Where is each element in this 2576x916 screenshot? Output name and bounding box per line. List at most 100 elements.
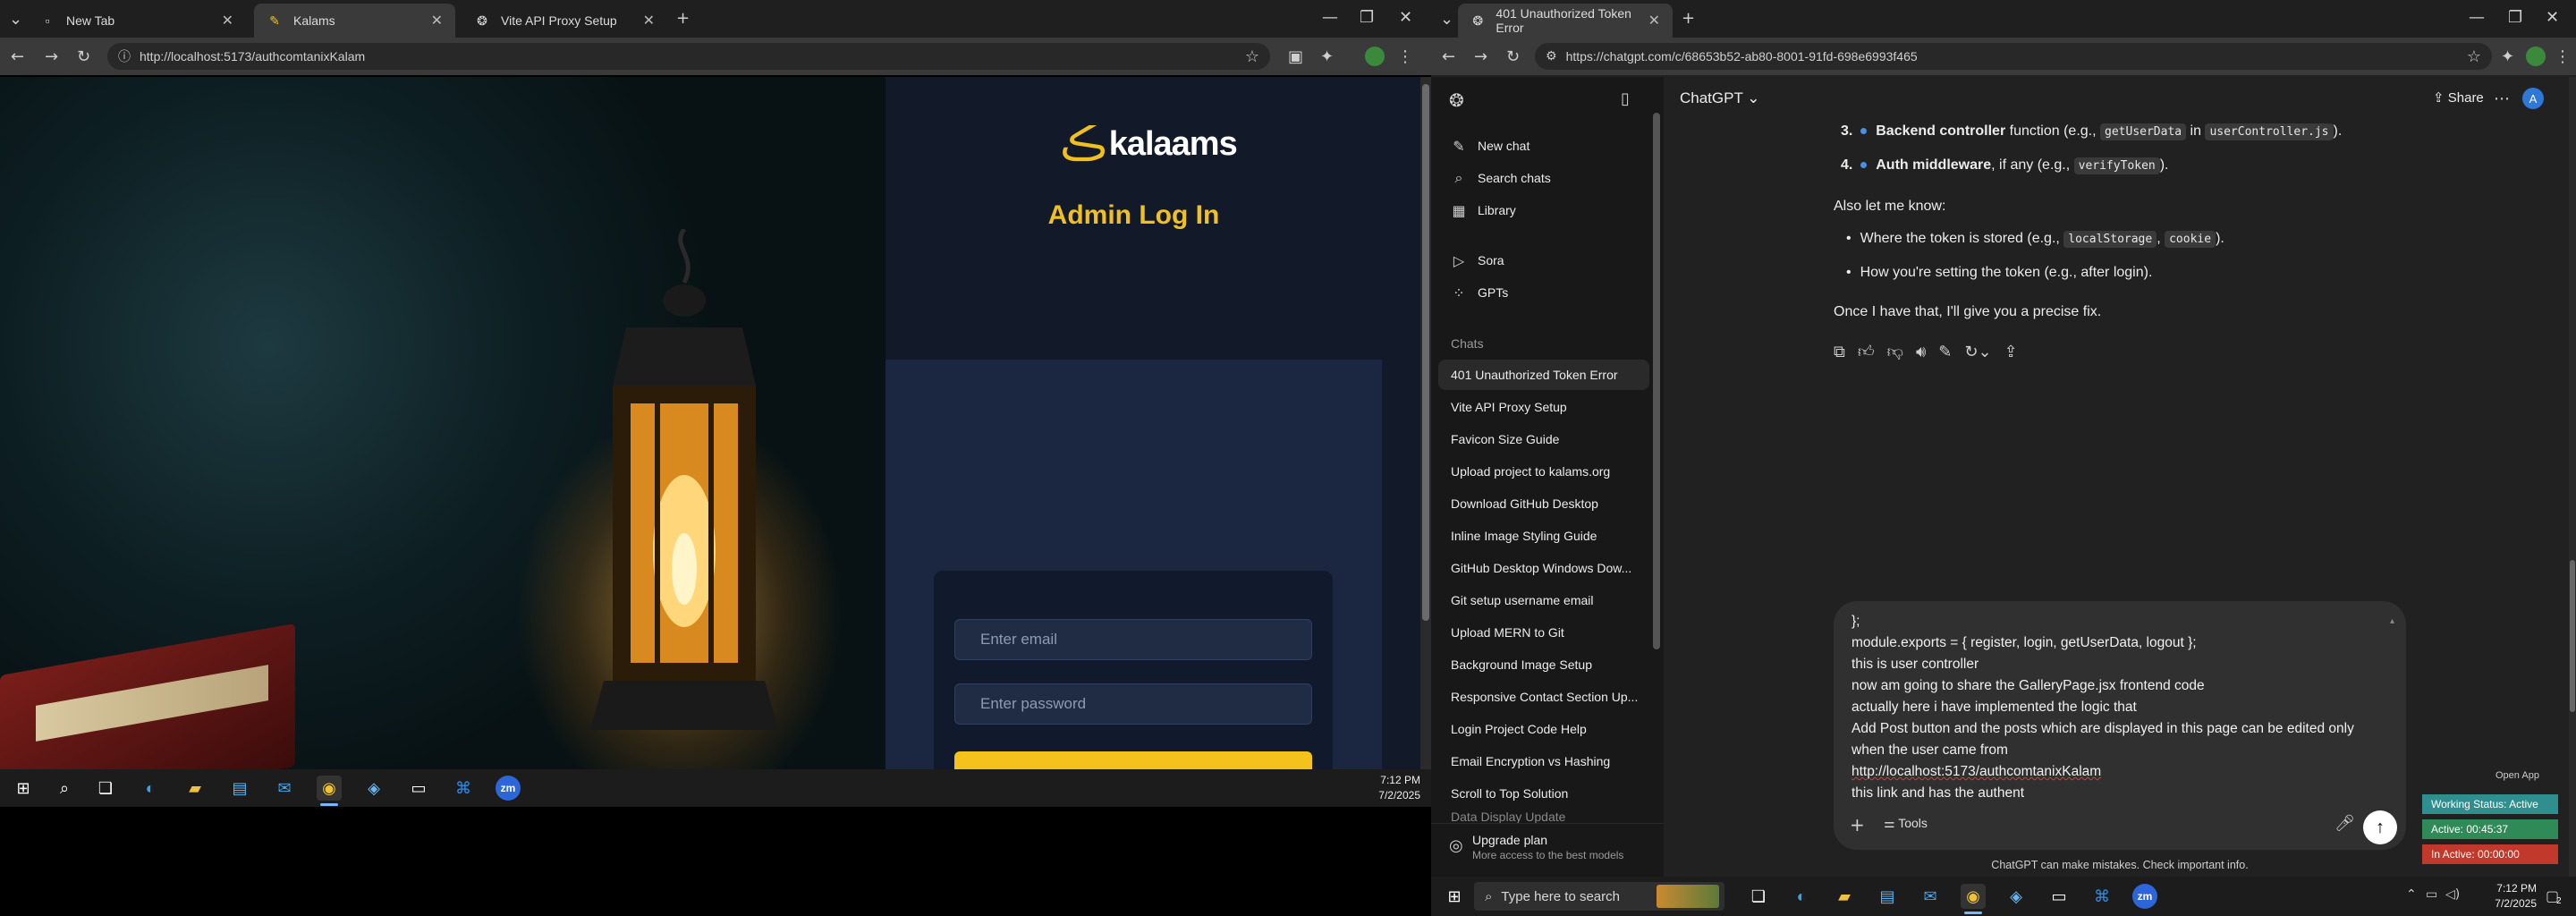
star-icon[interactable]: ☆ [1245,47,1259,66]
regenerate-icon[interactable]: ↻⌄ [1964,342,1991,361]
tab-vite-proxy[interactable]: ❂ Vite API Proxy Setup ✕ [462,4,667,38]
reload-icon[interactable]: ↻ [1506,47,1520,66]
tab-menu-icon[interactable]: ⌄ [9,10,22,29]
store-icon[interactable]: ▤ [1875,884,1900,909]
chrome-icon[interactable]: ◉ [317,776,342,806]
chat-item[interactable]: Git setup username email [1438,585,1649,615]
share-button[interactable]: ⇪ Share [2433,89,2484,106]
attach-plus-icon[interactable]: + [1850,814,1865,835]
minimize-icon[interactable]: — [2469,8,2485,27]
open-app-link[interactable]: Open App [2496,770,2539,781]
chat-item[interactable]: GitHub Desktop Windows Dow... [1438,553,1649,583]
login-button[interactable] [954,751,1312,769]
tab-new-tab[interactable]: ▫ New Tab ✕ [27,4,246,38]
windows-start-icon[interactable]: ⊞ [11,776,36,801]
task-view-icon[interactable]: ❏ [1746,884,1771,909]
close-icon[interactable]: ✕ [222,12,233,30]
chat-item[interactable]: Email Encryption vs Hashing [1438,746,1649,776]
file-explorer-icon[interactable]: ▰ [1832,884,1857,909]
sidebar-item-new-chat[interactable]: ✎ New chat [1438,131,1649,161]
chat-item[interactable]: Upload project to kalams.org [1438,456,1649,487]
copy-icon[interactable]: ⧉ [1834,342,1845,361]
edge-icon[interactable]: ◐ [138,776,163,801]
new-tab-icon[interactable]: + [676,9,690,28]
mail-icon[interactable]: ✉ [1918,884,1943,909]
file-explorer-icon[interactable]: ▰ [182,776,208,801]
forward-icon[interactable]: → [45,47,58,66]
terminal-icon[interactable]: ▭ [406,776,431,801]
chat-item[interactable]: Vite API Proxy Setup [1438,392,1649,422]
vscode-alt-icon[interactable]: ◈ [361,776,386,801]
taskbar-search-input[interactable]: ⌕ Type here to search [1474,882,1724,911]
microphone-icon[interactable]: 🎤︎ [2334,814,2355,833]
sidebar-toggle-icon[interactable]: ▯ [1621,89,1630,108]
extension-icon[interactable]: ▣ [1288,47,1303,66]
chat-item[interactable]: Background Image Setup [1438,649,1649,680]
close-window-icon[interactable]: ✕ [2546,8,2559,27]
more-icon[interactable]: ⋮ [1397,47,1413,66]
more-icon[interactable]: ⋮ [2555,47,2571,66]
edge-icon[interactable]: ◐ [1789,884,1814,909]
puzzle-icon[interactable]: ✦ [2501,47,2514,66]
message-composer[interactable]: ▴ }; module.exports = { register, login,… [1834,601,2406,850]
user-avatar[interactable]: A [2522,88,2544,109]
url-field[interactable]: ⓘ http://localhost:5173/authcomtanixKala… [107,43,1270,70]
tray-chevron-icon[interactable]: ⌃ [2406,887,2417,902]
tab-kalams[interactable]: ✎ Kalams ✕ [254,4,455,38]
url-field[interactable]: ⚙ https://chatgpt.com/c/68653b52-ab80-80… [1535,43,2492,70]
composer-scrollbar[interactable]: ▴ [2390,612,2395,791]
chat-item[interactable]: 401 Unauthorized Token Error [1438,360,1649,390]
network-icon[interactable]: ▭ [2426,887,2437,902]
task-view-icon[interactable]: ❏ [93,776,118,801]
model-selector[interactable]: ChatGPT ⌄ [1680,89,1760,107]
maximize-icon[interactable]: ❐ [2508,8,2522,27]
mail-icon[interactable]: ✉ [272,776,297,801]
new-tab-icon[interactable]: + [1682,9,1695,28]
reload-icon[interactable]: ↻ [77,47,90,66]
minimize-icon[interactable]: — [1322,8,1338,27]
main-scrollbar[interactable] [2569,77,2576,877]
zoom-icon[interactable]: zm [2132,884,2157,909]
close-window-icon[interactable]: ✕ [1399,8,1412,27]
terminal-icon[interactable]: ▭ [2046,884,2072,909]
chat-item[interactable]: Login Project Code Help [1438,714,1649,744]
chat-item[interactable]: Scroll to Top Solution [1438,778,1649,809]
chat-item[interactable]: Favicon Size Guide [1438,424,1649,454]
read-aloud-icon[interactable]: 🔊︎ [1916,342,1926,361]
close-icon[interactable]: ✕ [1648,12,1660,30]
zoom-icon[interactable]: zm [496,776,521,801]
more-options-icon[interactable]: ⋯ [2494,89,2510,108]
thumbs-up-icon[interactable]: 👍︎ [1858,342,1875,361]
vscode-icon[interactable]: ⌘ [451,776,476,801]
left-scrollbar[interactable] [1420,77,1431,769]
sidebar-scrollbar[interactable] [1653,113,1660,649]
close-icon[interactable]: ✕ [643,12,655,30]
tools-button[interactable]: ⚌ Tools [1884,816,1928,831]
chat-item[interactable]: Responsive Contact Section Up... [1438,682,1649,712]
vscode-alt-icon[interactable]: ◈ [2004,884,2029,909]
windows-start-icon[interactable]: ⊞ [1442,884,1467,909]
search-icon[interactable]: ⌕ [52,776,77,801]
chat-item[interactable]: Inline Image Styling Guide [1438,521,1649,551]
share-icon[interactable]: ⇪ [2004,342,2018,361]
store-icon[interactable]: ▤ [227,776,252,801]
password-field[interactable]: Enter password [954,683,1312,725]
vscode-icon[interactable]: ⌘ [2089,884,2114,909]
sidebar-item-gpts[interactable]: ⁘ GPTs [1438,277,1649,308]
openai-logo-icon[interactable]: ❂ [1449,89,1464,111]
edit-icon[interactable]: ✎ [1938,342,1952,361]
chat-item[interactable]: Upload MERN to Git [1438,617,1649,648]
forward-icon[interactable]: → [1474,47,1487,66]
thumbs-down-icon[interactable]: 👎︎ [1887,342,1903,361]
chrome-icon[interactable]: ◉ [1961,884,1986,914]
site-settings-icon[interactable]: ⚙ [1546,49,1557,64]
avatar[interactable] [2526,47,2546,66]
back-icon[interactable]: ← [11,47,24,66]
sidebar-item-sora[interactable]: ▷ Sora [1438,245,1649,276]
email-field[interactable]: Enter email [954,619,1312,660]
send-button[interactable]: ↑ [2363,810,2397,844]
sidebar-item-library[interactable]: ▦ Library [1438,195,1649,225]
sidebar-item-search-chats[interactable]: ⌕ Search chats [1438,163,1649,193]
tab-401-error[interactable]: ❂ 401 Unauthorized Token Error ✕ [1458,4,1673,38]
tab-menu-icon[interactable]: ⌄ [1440,10,1453,29]
